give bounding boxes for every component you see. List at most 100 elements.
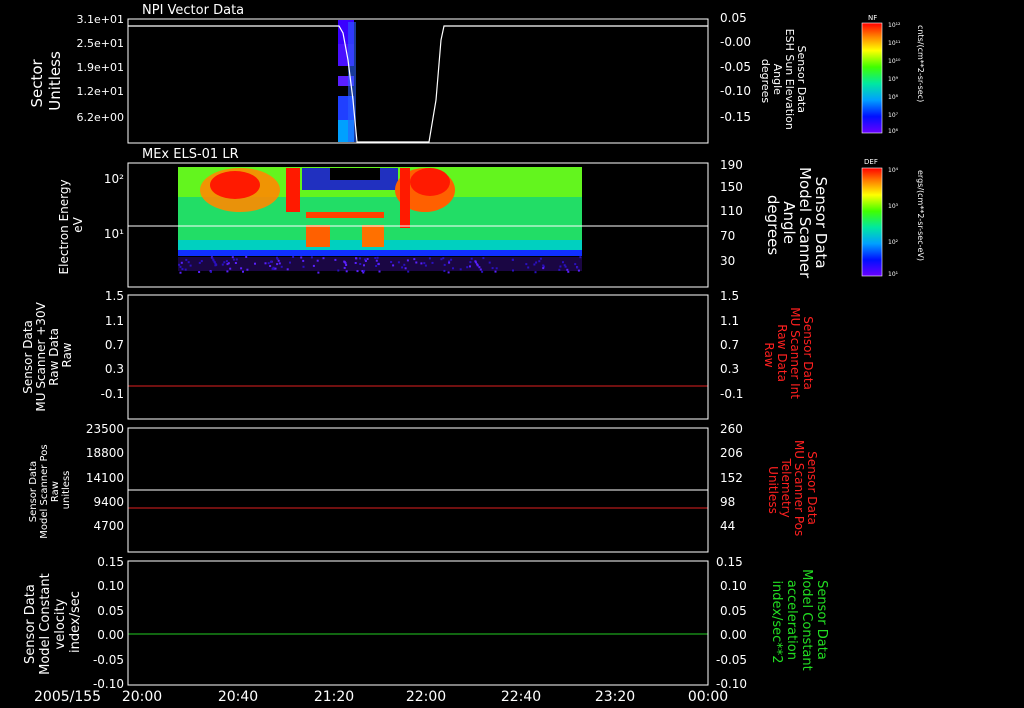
speckle	[179, 271, 182, 274]
time-tick-label: 00:00	[688, 689, 728, 705]
tick-label: 0.00	[720, 628, 747, 642]
time-axis: 2005/155 20:00 20:40 21:20 22:00 22:40 2…	[34, 689, 728, 705]
tick-label: 98	[720, 495, 735, 509]
speckle	[270, 260, 272, 263]
speckle	[223, 261, 226, 264]
right-label-line: index/sec**2	[769, 580, 784, 663]
tick-label: 0.05	[97, 604, 124, 618]
hot-region	[210, 171, 260, 199]
speckle	[539, 257, 542, 260]
right-label-line: Sensor Data	[805, 451, 819, 525]
speckle	[187, 261, 190, 264]
spectrogram-band	[178, 250, 582, 256]
time-tick-label: 22:00	[406, 689, 446, 705]
speckle	[442, 257, 445, 260]
tick-label: 44	[720, 519, 735, 533]
speckle	[376, 256, 379, 259]
speckle	[344, 262, 347, 265]
speckle	[334, 258, 337, 261]
speckle	[470, 257, 473, 260]
tick-label: -0.05	[716, 653, 747, 667]
tick-label: 1.5	[105, 289, 124, 303]
speckle	[404, 267, 407, 270]
speckle	[345, 264, 348, 266]
speckle	[577, 269, 580, 272]
speckle	[452, 267, 454, 270]
speckle	[564, 265, 567, 268]
speckle	[189, 264, 192, 267]
date-label: 2005/155	[34, 689, 101, 705]
left-axis-label: Sensor Data Model Constant velocity inde…	[23, 569, 83, 675]
colorbar-gradient	[861, 22, 883, 134]
speckle	[479, 268, 482, 271]
speckle	[274, 267, 277, 270]
speckle	[185, 258, 188, 261]
right-label-line: degrees	[764, 195, 782, 256]
speckle	[431, 261, 434, 264]
tick-label: 0.00	[97, 628, 124, 642]
speckle	[443, 269, 446, 272]
colorbar-unit: ergs/(cm**2-sr-sec-eV)	[916, 170, 925, 261]
tick-label: 0.3	[720, 362, 739, 376]
hot-region	[410, 168, 450, 196]
speckle	[512, 269, 514, 272]
speckle	[375, 259, 378, 262]
speckle	[475, 261, 477, 264]
tick-label: 260	[720, 422, 743, 436]
speckle	[364, 260, 367, 262]
left-label-line: eV	[71, 216, 85, 232]
speckle	[407, 270, 410, 273]
speckle	[317, 271, 320, 274]
speckle	[538, 260, 541, 263]
speckle	[525, 263, 528, 266]
tick-label: 0.15	[97, 555, 124, 569]
speckle	[234, 262, 237, 264]
tick-label: -0.05	[93, 653, 124, 667]
speckle	[200, 260, 203, 263]
speckle	[363, 264, 365, 267]
speckle	[359, 263, 362, 265]
speckle	[450, 258, 453, 261]
tick-label: 0.7	[720, 338, 739, 352]
speckle	[534, 271, 537, 274]
right-label-line: Unitless	[766, 466, 780, 514]
speckle	[406, 259, 409, 262]
colorbar-tick: 10¹⁰	[888, 58, 901, 65]
speckle	[403, 263, 406, 266]
speckle	[278, 262, 281, 265]
speckle	[423, 262, 426, 265]
hot-region	[400, 168, 410, 228]
colorbar-tick: 10⁴	[888, 167, 899, 174]
speckle	[231, 256, 234, 259]
tick-label: 1.5	[720, 289, 739, 303]
speckle	[302, 265, 305, 268]
right-axis-label: Sensor Data ESH Sun Elevation Angle degr…	[759, 29, 808, 134]
tick-label: 4700	[93, 519, 124, 533]
speckle	[374, 257, 377, 259]
left-label-line: Raw Data	[47, 328, 61, 386]
speckle	[310, 256, 313, 259]
right-axis-label: Sensor Data Model Scanner Angle degrees	[764, 167, 830, 283]
left-axis-label: Sensor Data MU Scanner +30V Raw Data Raw	[21, 298, 74, 411]
tick-label: -0.10	[720, 84, 751, 98]
time-tick-label: 23:20	[595, 689, 635, 705]
tick-label: 1.2e+01	[77, 85, 124, 98]
speckle	[482, 257, 485, 260]
speckle	[566, 268, 569, 271]
panel-npi: NPI Vector Data 3.1e+01 2.5e+01 1.9e+01 …	[28, 3, 808, 144]
left-axis-ticks: 10² 10¹	[104, 172, 124, 241]
speckle	[269, 265, 272, 267]
right-label-line: Raw	[762, 342, 776, 367]
speckle	[459, 268, 462, 271]
speckle	[215, 263, 218, 266]
speckle	[359, 257, 361, 260]
left-label-line: Sensor Data	[28, 461, 39, 522]
speckle	[481, 270, 484, 273]
speckle	[363, 269, 366, 272]
speckle	[181, 268, 184, 271]
speckle	[355, 257, 357, 260]
speckle	[424, 264, 427, 267]
speckle	[240, 267, 243, 270]
left-axis-label: Sensor Data Model Scanner Pos Raw unitle…	[28, 441, 72, 538]
left-label-line: velocity	[53, 598, 68, 649]
